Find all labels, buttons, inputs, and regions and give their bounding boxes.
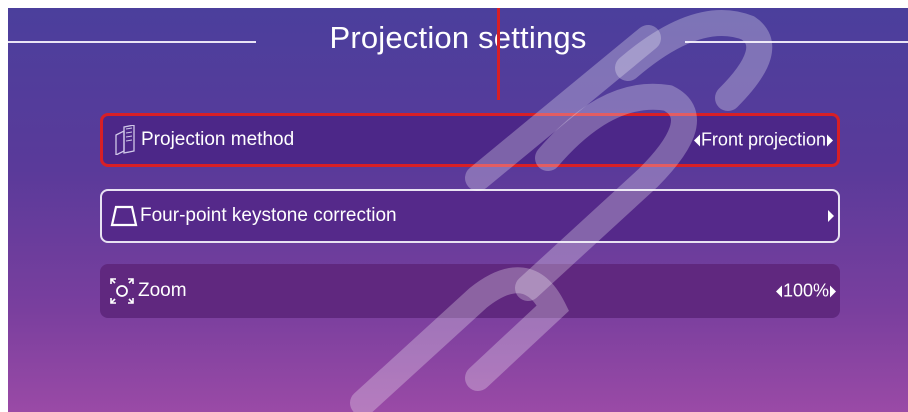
page-title: Projection settings — [329, 20, 587, 55]
callout-pointer-line — [497, 8, 500, 100]
zoom-label: Zoom — [138, 280, 187, 301]
projection-method-row[interactable]: Projection method Front projection — [100, 113, 840, 167]
projection-settings-screen: Projection settings Projection method Fr… — [8, 8, 908, 412]
chevron-right-icon[interactable] — [828, 210, 834, 222]
zoom-selector[interactable]: 100% — [775, 280, 836, 302]
keystone-correction-row[interactable]: Four-point keystone correction — [100, 189, 840, 243]
projection-method-icon — [111, 125, 139, 155]
zoom-icon — [108, 276, 136, 306]
zoom-value: 100% — [782, 280, 829, 301]
chevron-right-icon[interactable] — [830, 285, 836, 297]
projection-method-value: Front projection — [700, 129, 826, 150]
keystone-trapezoid-icon — [110, 201, 138, 231]
projection-method-label: Projection method — [141, 129, 295, 150]
chevron-left-icon[interactable] — [693, 134, 700, 146]
zoom-row[interactable]: Zoom 100% — [100, 264, 840, 318]
chevron-right-icon[interactable] — [827, 134, 833, 146]
projection-method-selector[interactable]: Front projection — [693, 129, 833, 151]
keystone-correction-enter[interactable] — [827, 210, 834, 222]
chevron-left-icon[interactable] — [775, 285, 782, 297]
keystone-correction-label: Four-point keystone correction — [140, 205, 397, 226]
title-divider-right — [685, 41, 908, 43]
